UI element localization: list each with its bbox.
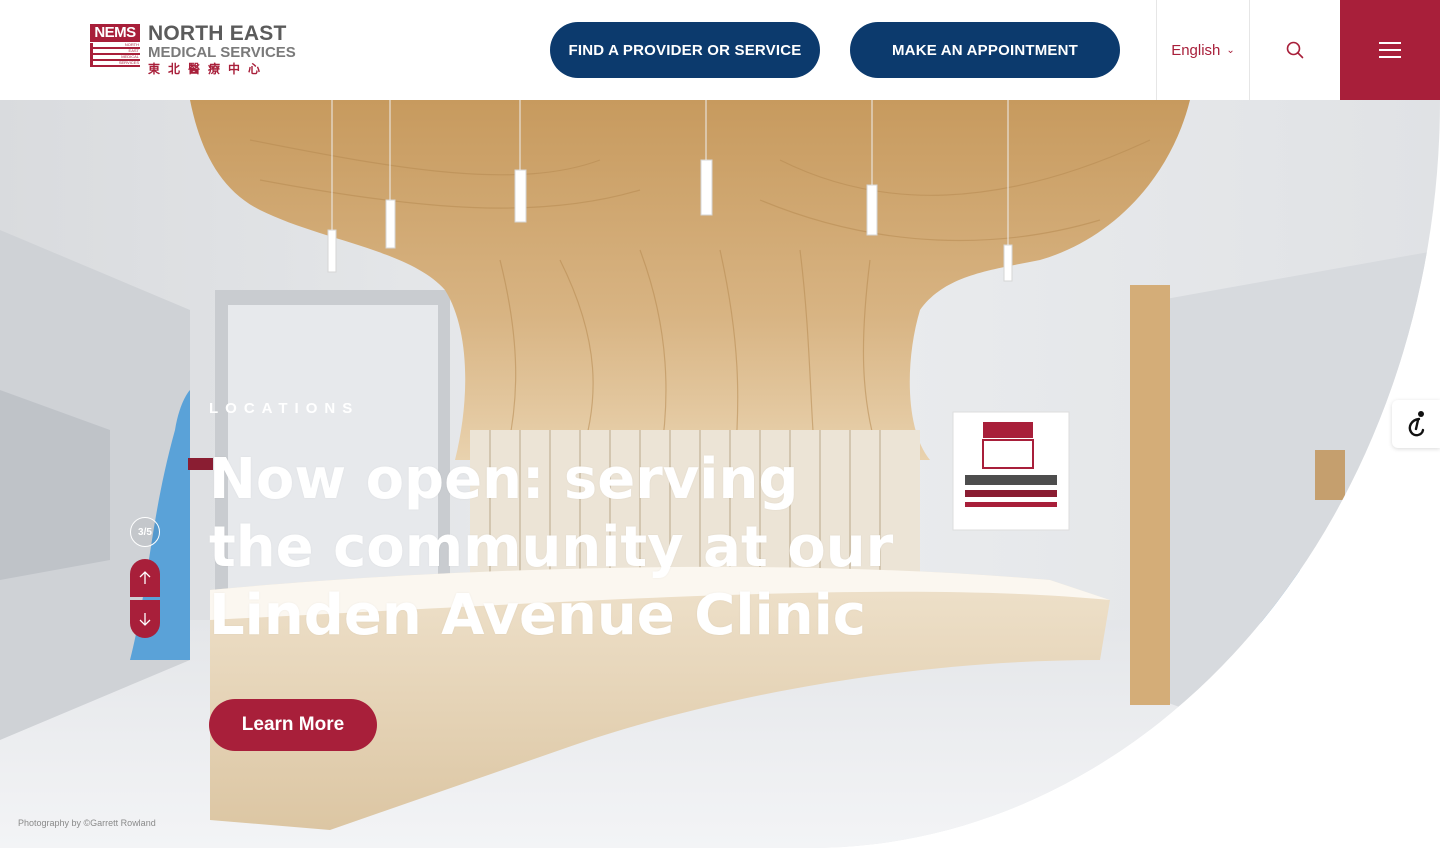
language-label: English <box>1171 41 1221 59</box>
find-provider-button[interactable]: FIND A PROVIDER OR SERVICE <box>550 22 820 78</box>
make-appointment-button[interactable]: MAKE AN APPOINTMENT <box>850 22 1120 78</box>
logo-name-line1: NORTH EAST <box>148 22 287 45</box>
learn-more-button[interactable]: Learn More <box>209 699 377 751</box>
arrow-down-icon <box>139 613 151 626</box>
logo-name-line2: MEDICAL SERVICES <box>148 44 296 61</box>
hero-eyebrow: LOCATIONS <box>209 400 360 417</box>
logo-chinese: 東北醫療中心 <box>148 62 269 76</box>
slide-pager: 3/5 <box>130 517 160 547</box>
logo-mark: NEMS NORTH EAST MEDICAL SERVICES <box>90 24 140 76</box>
hero-headline: Now open: serving the community at our L… <box>209 447 894 648</box>
photo-credit: Photography by ©Garrett Rowland <box>18 818 156 828</box>
logo-mark-text: NEMS <box>90 24 140 42</box>
logo-wordmark: NORTH EAST MEDICAL SERVICES 東北醫療中心 <box>148 22 296 77</box>
logo-mark-line: SERVICES <box>90 61 140 67</box>
menu-button[interactable] <box>1340 0 1440 100</box>
site-header: NEMS NORTH EAST MEDICAL SERVICES NORTH E… <box>0 0 1440 100</box>
next-slide-button[interactable] <box>130 600 160 638</box>
logo-mark-lines: NORTH EAST MEDICAL SERVICES <box>90 43 140 75</box>
language-selector[interactable]: English ⌄ <box>1156 0 1250 100</box>
accessibility-widget-button[interactable] <box>1392 400 1440 448</box>
accessibility-icon <box>1408 411 1425 437</box>
previous-slide-button[interactable] <box>130 559 160 597</box>
hamburger-menu-icon <box>1379 42 1401 58</box>
hero-banner: Photography by ©Garrett Rowland LOCATION… <box>0 100 1440 848</box>
search-icon <box>1286 41 1304 59</box>
chevron-down-icon: ⌄ <box>1226 44 1235 56</box>
nems-logo[interactable]: NEMS NORTH EAST MEDICAL SERVICES NORTH E… <box>90 22 300 78</box>
arrow-up-icon <box>139 571 151 584</box>
search-button[interactable] <box>1250 0 1340 100</box>
